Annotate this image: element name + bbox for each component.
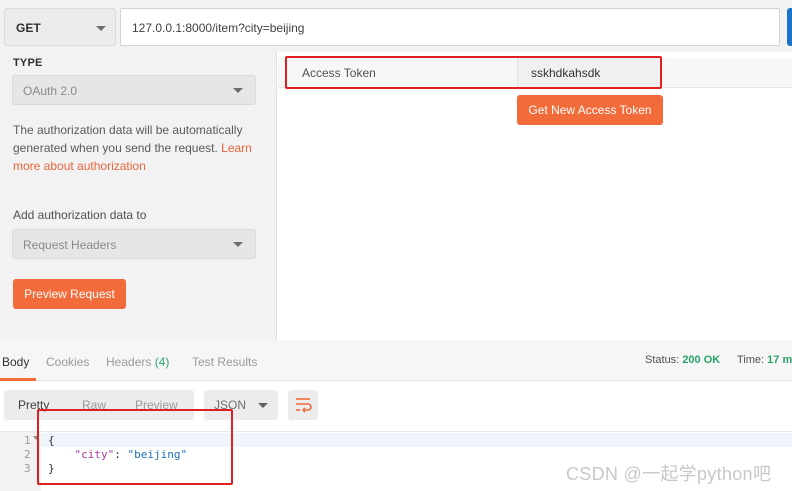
chevron-down-icon <box>258 403 268 408</box>
chevron-down-icon <box>96 26 106 31</box>
add-auth-to-label: Add authorization data to <box>13 208 147 222</box>
line-number: 2 <box>24 448 31 461</box>
send-button[interactable] <box>787 8 792 46</box>
add-auth-to-select[interactable]: Request Headers <box>12 229 256 259</box>
tab-body[interactable]: Body <box>2 355 29 369</box>
auth-type-value: OAuth 2.0 <box>23 84 78 98</box>
auth-settings-pane: TYPE OAuth 2.0 The authorization data wi… <box>0 52 277 340</box>
response-time: Time: 17 m <box>737 354 792 366</box>
method-label: GET <box>16 21 41 35</box>
watermark: CSDN @一起学python吧 <box>566 464 772 484</box>
get-new-access-token-button[interactable]: Get New Access Token <box>517 95 663 125</box>
tab-headers-label: Headers <box>106 355 152 369</box>
line-number: 1 <box>24 434 31 447</box>
tab-headers[interactable]: Headers (4) <box>106 355 169 369</box>
code-highlight-box <box>37 409 233 485</box>
method-select[interactable]: GET <box>4 8 116 46</box>
chevron-down-icon <box>233 242 243 247</box>
wrap-lines-icon <box>296 398 312 413</box>
time-value: 17 m <box>767 354 792 366</box>
headers-count: (4) <box>154 355 170 369</box>
line-number: 3 <box>24 462 31 475</box>
wrap-lines-button[interactable] <box>288 390 318 420</box>
chevron-down-icon <box>233 88 243 93</box>
line-gutter <box>0 432 41 491</box>
auth-description: The authorization data will be automatic… <box>13 123 252 173</box>
response-status: Status: 200 OK <box>645 354 721 366</box>
tab-test-results[interactable]: Test Results <box>192 355 257 369</box>
token-highlight-box <box>285 56 662 89</box>
url-input[interactable]: 127.0.0.1:8000/item?city=beijing <box>120 8 780 46</box>
status-value: 200 OK <box>682 354 721 366</box>
auth-token-pane: Access Token sskhdkahsdk Get New Access … <box>278 52 792 340</box>
auth-type-label: TYPE <box>13 57 43 69</box>
request-bar: GET 127.0.0.1:8000/item?city=beijing <box>0 0 792 52</box>
url-value: 127.0.0.1:8000/item?city=beijing <box>132 21 305 35</box>
response-tabs: Body Cookies Headers (4) Test Results St… <box>0 340 792 381</box>
preview-request-button[interactable]: Preview Request <box>13 279 126 309</box>
add-auth-to-value: Request Headers <box>23 238 117 252</box>
auth-type-select[interactable]: OAuth 2.0 <box>12 75 256 105</box>
tab-cookies[interactable]: Cookies <box>46 355 89 369</box>
